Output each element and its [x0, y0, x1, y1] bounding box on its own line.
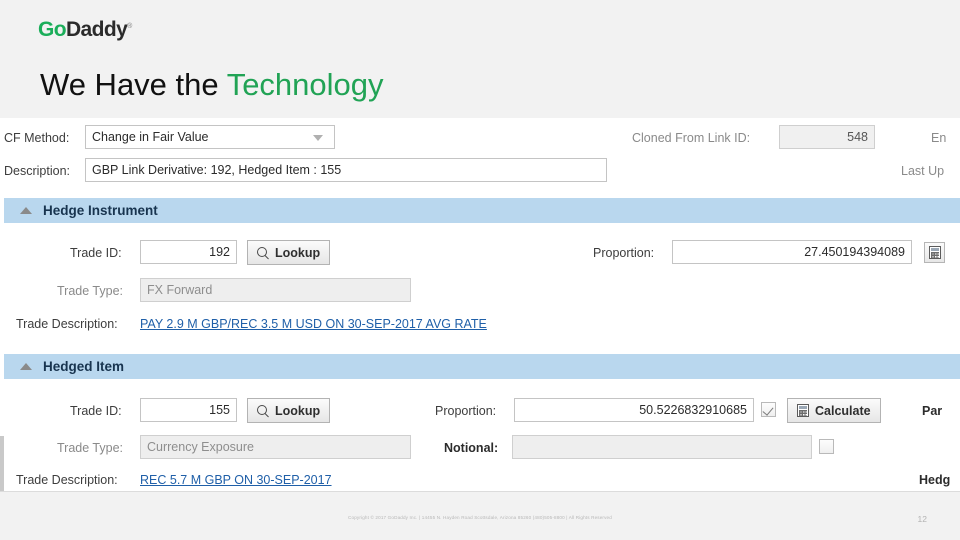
chevron-up-icon[interactable] [20, 363, 32, 370]
last-updated-label-truncated: Last Up [901, 164, 945, 178]
footer-copyright: Copyright © 2017 GoDaddy Inc. | 14455 N.… [348, 515, 612, 520]
chevron-down-icon[interactable] [313, 135, 323, 141]
calculator-icon [928, 246, 941, 259]
cloned-from-link-id-label: Cloned From Link ID: [632, 131, 751, 145]
item-calculate-button[interactable]: Calculate [787, 398, 881, 423]
item-trade-description-label: Trade Description: [16, 473, 118, 487]
hedged-item-section-header[interactable]: Hedged Item [4, 354, 960, 379]
hedged-item-section-title: Hedged Item [43, 359, 125, 374]
item-proportion-label: Proportion: [435, 404, 497, 418]
item-notional-checkbox[interactable] [819, 439, 834, 454]
item-trade-id-label: Trade ID: [70, 404, 122, 418]
hi-calculator-button[interactable] [924, 242, 945, 263]
entered-by-label-truncated: En [931, 131, 947, 145]
item-lookup-button[interactable]: Lookup [247, 398, 331, 423]
cloned-from-link-id-value: 548 [779, 125, 875, 149]
item-proportion-input[interactable]: 50.5226832910685 [514, 398, 754, 422]
hi-lookup-button[interactable]: Lookup [247, 240, 331, 265]
cf-method-label: CF Method: [4, 131, 70, 145]
item-proportion-checkbox[interactable] [761, 402, 776, 417]
search-icon [257, 246, 269, 259]
description-input[interactable]: GBP Link Derivative: 192, Hedged Item : … [85, 158, 607, 182]
page-title: We Have the Technology [40, 66, 384, 103]
page-title-accent: Technology [226, 67, 384, 102]
hi-trade-id-label: Trade ID: [70, 246, 122, 260]
search-icon [257, 404, 269, 417]
hi-trade-type-label: Trade Type: [57, 284, 124, 298]
logo-text-go: Go [38, 18, 67, 41]
hi-trade-description-label: Trade Description: [16, 317, 118, 331]
slide-canvas: GoDaddy® We Have the Technology CF Metho… [0, 0, 960, 540]
slide-page-number: 12 [917, 514, 927, 524]
item-calculate-label: Calculate [815, 403, 871, 418]
hi-proportion-label: Proportion: [593, 246, 655, 260]
description-label: Description: [4, 164, 70, 178]
hi-proportion-input[interactable]: 27.450194394089 [672, 240, 912, 264]
hedge-instrument-section-header[interactable]: Hedge Instrument [4, 198, 960, 223]
screenshot-bottom-divider [0, 491, 960, 492]
page-title-plain: We Have the [40, 67, 227, 102]
cf-method-select[interactable]: Change in Fair Value [85, 125, 335, 149]
hi-lookup-label: Lookup [275, 245, 321, 260]
item-notional-input [512, 435, 812, 459]
item-trade-type-label: Trade Type: [57, 441, 124, 455]
hi-trade-type-input: FX Forward [140, 278, 411, 302]
logo-text-daddy: Daddy [65, 18, 128, 41]
item-lookup-label: Lookup [275, 403, 321, 418]
hi-trade-id-input[interactable]: 192 [140, 240, 237, 264]
hi-trade-description-link[interactable]: PAY 2.9 M GBP/REC 3.5 M USD ON 30-SEP-20… [140, 315, 487, 333]
logo-trademark: ® [127, 23, 132, 30]
item-trade-id-input[interactable]: 155 [140, 398, 237, 422]
item-notional-label: Notional: [444, 441, 499, 455]
item-trade-type-input: Currency Exposure [140, 435, 411, 459]
embedded-app-screenshot: CF Method: Change in Fair Value Cloned F… [0, 118, 960, 492]
item-trade-description-link[interactable]: REC 5.7 M GBP ON 30-SEP-2017 [140, 471, 332, 489]
item-hedge-label-truncated: Hedg [919, 473, 951, 487]
hedge-instrument-section-title: Hedge Instrument [43, 203, 158, 218]
godaddy-logo: GoDaddy® [38, 19, 132, 40]
chevron-up-icon[interactable] [20, 207, 32, 214]
calculator-icon [797, 404, 809, 417]
item-partial-label-truncated: Par [922, 404, 943, 418]
left-rail-segment [0, 436, 4, 492]
